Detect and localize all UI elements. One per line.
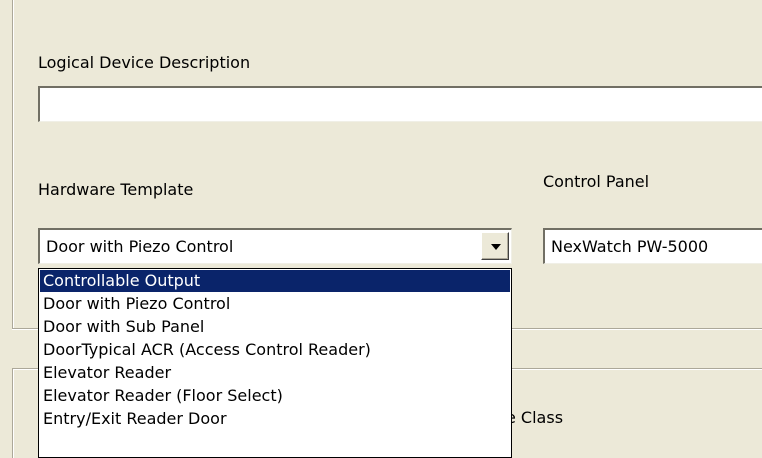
logical-device-description-input[interactable] bbox=[38, 86, 762, 122]
hardware-template-dropdown-button[interactable] bbox=[481, 232, 509, 260]
logical-device-description-label: Logical Device Description bbox=[38, 53, 251, 72]
dropdown-option[interactable]: Door with Piezo Control bbox=[40, 293, 510, 315]
hardware-template-dropdown-list[interactable]: Controllable Output Door with Piezo Cont… bbox=[38, 268, 512, 458]
dropdown-option[interactable]: Controllable Output bbox=[40, 270, 510, 292]
dropdown-option[interactable]: Elevator Reader (Floor Select) bbox=[40, 385, 510, 407]
class-label-partial: e Class bbox=[506, 408, 564, 427]
hardware-template-selected-value: Door with Piezo Control bbox=[46, 237, 234, 256]
dropdown-option[interactable]: Elevator Reader bbox=[40, 362, 510, 384]
control-panel-label: Control Panel bbox=[543, 172, 650, 191]
dropdown-option[interactable]: DoorTypical ACR (Access Control Reader) bbox=[40, 339, 510, 361]
hardware-template-label: Hardware Template bbox=[38, 180, 194, 199]
chevron-down-icon bbox=[491, 244, 501, 250]
frame-left-divider bbox=[12, 0, 14, 330]
control-panel-combobox[interactable]: NexWatch PW-5000 bbox=[543, 228, 762, 264]
dropdown-option[interactable]: Door with Sub Panel bbox=[40, 316, 510, 338]
control-panel-selected-value: NexWatch PW-5000 bbox=[551, 237, 709, 256]
hardware-template-combobox[interactable]: Door with Piezo Control bbox=[38, 228, 512, 264]
dropdown-option[interactable]: Entry/Exit Reader Door bbox=[40, 408, 510, 430]
